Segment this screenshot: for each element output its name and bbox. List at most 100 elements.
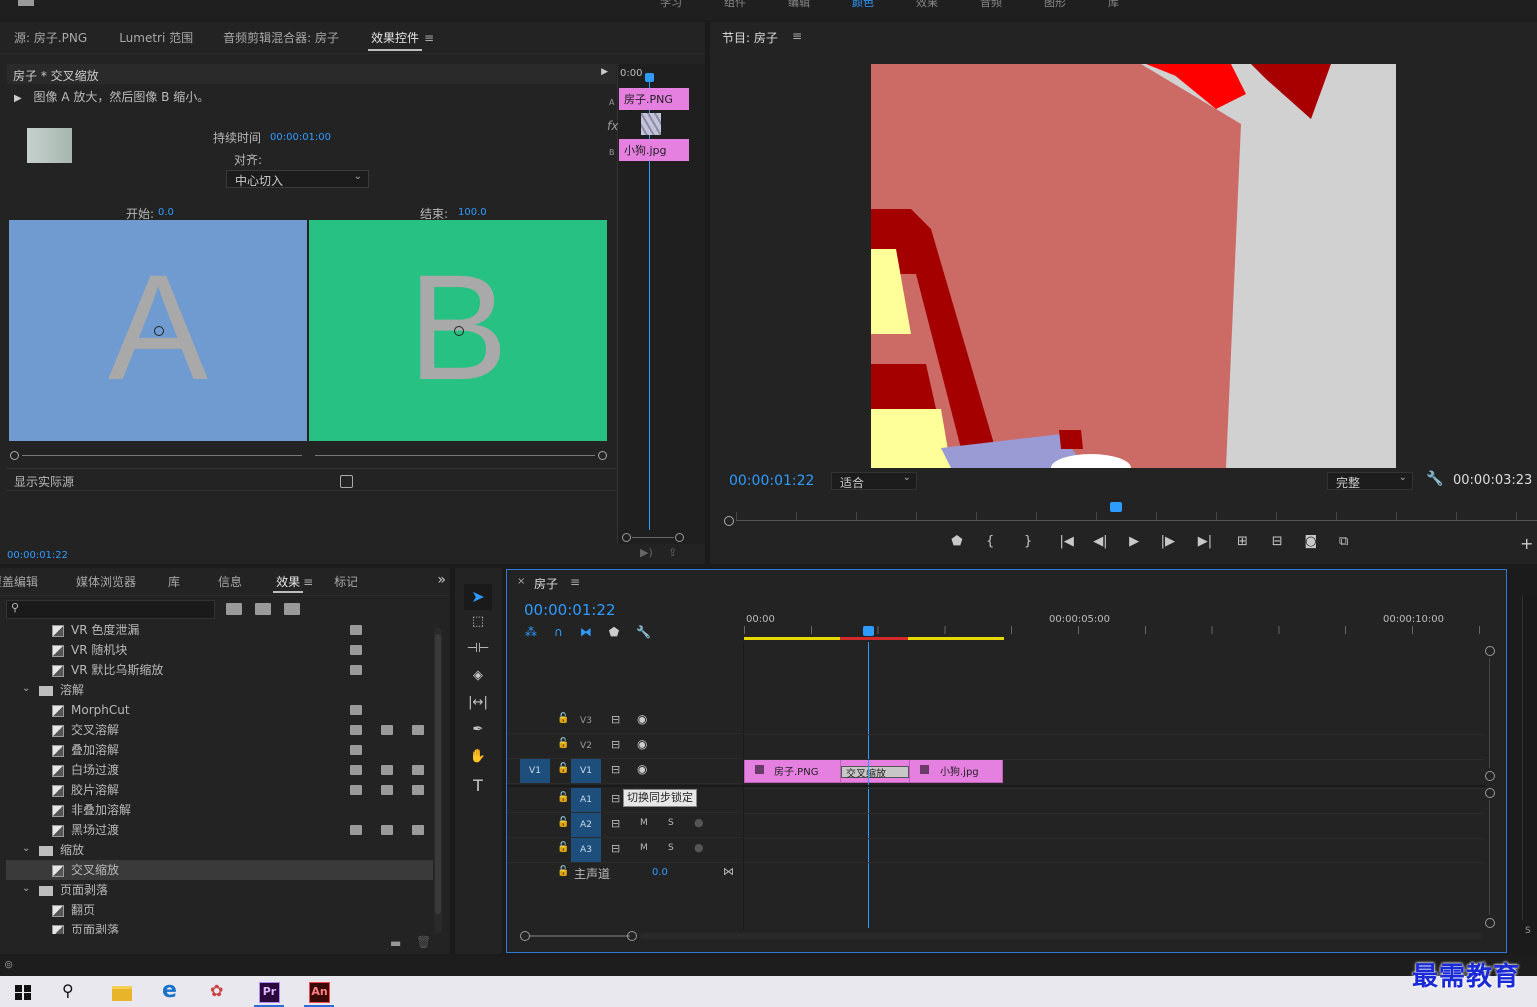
tab-audio-mixer[interactable]: 音频剪辑混合器: 房子 [212, 22, 350, 54]
lift-icon[interactable]: ⊞ [1225, 534, 1260, 556]
effects-item[interactable]: 白场过渡 [6, 760, 433, 780]
timeline-ruler[interactable]: 00:00 00:00:05:00 00:00:10:00 [744, 598, 1492, 642]
close-icon[interactable]: × [517, 576, 525, 587]
mini-clip-a[interactable]: 房子.PNG [619, 88, 689, 110]
lock-icon[interactable]: 🔓 [557, 763, 569, 774]
sync-lock-icon[interactable]: ⊟ [611, 763, 620, 776]
effects-item[interactable]: VR 色度泄漏 [6, 624, 433, 640]
microphone-icon[interactable]: ● [694, 841, 704, 854]
add-button-icon[interactable]: + [1520, 534, 1533, 553]
tab-library[interactable]: 库 [157, 568, 191, 596]
microphone-icon[interactable]: ● [694, 816, 704, 829]
track-select-tool-icon[interactable]: ⬚ [464, 614, 492, 636]
marker-icon[interactable]: ⬟ [940, 534, 974, 556]
clip-house[interactable]: 房子.PNG [744, 759, 841, 783]
effects-item[interactable]: 叠加溶解 [6, 740, 433, 760]
tab-overlay-edit[interactable]: 覆盖编辑 [0, 568, 49, 596]
timeline-hscroll[interactable] [520, 930, 1483, 942]
panel-menu-icon[interactable]: ≡ [792, 29, 802, 43]
compare-icon[interactable]: ⧉ [1327, 534, 1360, 556]
ripple-edit-tool-icon[interactable]: ⊣⊢ [464, 641, 492, 663]
search-icon[interactable]: ⚲ [62, 981, 74, 1000]
track-target-v2[interactable]: V2 [571, 736, 601, 756]
start-slider[interactable] [10, 451, 302, 461]
accel-filter-icon[interactable] [226, 603, 242, 615]
timeline-settings-wrench-icon[interactable]: 🔧 [636, 625, 651, 641]
file-explorer-icon[interactable] [112, 986, 132, 1001]
timeline-tab[interactable]: × 房子 ≡ [507, 570, 627, 596]
program-scrub-bar[interactable] [724, 502, 1537, 532]
fit-select[interactable]: 适合 ⌄ [831, 472, 917, 490]
go-to-in-icon[interactable]: |◀ [1050, 534, 1084, 556]
edge-icon[interactable]: e [162, 978, 177, 1003]
lock-icon[interactable]: 🔓 [557, 792, 569, 803]
tab-lumetri[interactable]: Lumetri 范围 [108, 22, 204, 54]
program-video-frame[interactable] [871, 64, 1396, 468]
track-target-a1[interactable]: A1 [571, 788, 601, 812]
step-back-icon[interactable]: ◀| [1084, 534, 1118, 556]
eye-icon[interactable]: ◉ [637, 762, 647, 776]
eye-icon[interactable]: ◉ [637, 737, 647, 751]
sync-lock-icon[interactable]: ⊟ [611, 817, 620, 830]
premiere-icon[interactable]: Pr [259, 982, 280, 1003]
track-target-v1[interactable]: V1 [571, 759, 601, 783]
mini-clip-b[interactable]: 小狗.jpg [619, 139, 689, 161]
mark-out-icon[interactable]: } [1006, 534, 1049, 556]
duration-value[interactable]: 00:00:01:00 [270, 132, 331, 143]
center-point-handle[interactable] [454, 326, 464, 336]
nest-icon[interactable]: ⁂ [525, 625, 537, 641]
workspace-tab[interactable]: 音频 [980, 0, 1002, 9]
tab-markers[interactable]: 标记 [323, 568, 357, 596]
linked-selection-icon[interactable]: ⧓ [580, 625, 592, 641]
eye-icon[interactable]: ◉ [637, 712, 647, 726]
effects-item[interactable]: 非叠加溶解 [6, 800, 433, 820]
mini-zoom-slider[interactable] [622, 533, 684, 543]
lock-icon[interactable]: 🔓 [557, 842, 569, 853]
preview-a[interactable]: A [9, 220, 307, 441]
track-target-a2[interactable]: A2 [571, 813, 601, 837]
more-panels-icon[interactable]: » [437, 572, 446, 588]
new-folder-icon[interactable]: ▬ [390, 936, 401, 950]
pen-tool-icon[interactable]: ✒ [464, 722, 492, 744]
go-to-end-icon[interactable]: ⋈ [723, 865, 734, 878]
show-source-checkbox[interactable] [340, 475, 353, 488]
slip-tool-icon[interactable]: |↔| [464, 695, 492, 717]
preview-b[interactable]: B [309, 220, 607, 441]
source-patch-v1[interactable]: V1 [520, 759, 550, 783]
tab-info[interactable]: 信息 [207, 568, 253, 596]
wrench-icon[interactable]: 🔧 [1426, 471, 1443, 487]
lock-icon[interactable]: 🔓 [557, 738, 569, 749]
mute-button[interactable]: M [640, 843, 648, 853]
transition-cross-zoom[interactable]: 交叉缩放 [841, 759, 909, 783]
effects-item[interactable]: 交叉缩放 [6, 860, 433, 880]
solo-button[interactable]: S [668, 843, 674, 853]
master-value[interactable]: 0.0 [652, 867, 668, 878]
yuv-filter-icon[interactable] [284, 603, 300, 615]
razor-tool-icon[interactable]: ◈ [464, 668, 492, 690]
tab-source[interactable]: 源: 房子.PNG [0, 22, 98, 54]
effects-folder[interactable]: ⌄ 缩放 [6, 840, 433, 860]
effects-folder[interactable]: ⌄ 溶解 [6, 680, 433, 700]
center-point-handle[interactable] [154, 326, 164, 336]
clip-dog[interactable]: 小狗.jpg [909, 759, 1003, 783]
effects-item[interactable]: MorphCut [6, 700, 433, 720]
camera-icon[interactable]: ◙ [1294, 534, 1327, 556]
effects-item[interactable]: 交叉溶解 [6, 720, 433, 740]
sync-lock-icon[interactable]: ⊟ [611, 738, 620, 751]
chevron-down-icon[interactable]: ⌄ [22, 839, 30, 859]
effect-controls-timecode[interactable]: 00:00:01:22 [7, 550, 68, 561]
play-preview-icon[interactable]: ▶ [14, 93, 22, 104]
workspace-tab[interactable]: 编辑 [788, 0, 810, 9]
workspace-tab[interactable]: 学习 [660, 0, 682, 9]
workspace-tab[interactable]: 图形 [1044, 0, 1066, 9]
program-playhead[interactable] [1110, 502, 1122, 512]
animate-icon[interactable]: An [309, 982, 330, 1003]
program-timecode[interactable]: 00:00:01:22 [729, 473, 814, 489]
track-target-a3[interactable]: A3 [571, 838, 601, 862]
snap-magnet-icon[interactable]: ∩ [554, 625, 563, 641]
quality-select[interactable]: 完整 ⌄ [1327, 472, 1413, 490]
lock-icon[interactable]: 🔓 [557, 713, 569, 724]
timeline-playhead-marker[interactable] [863, 626, 874, 636]
sync-lock-icon[interactable]: ⊟ [611, 792, 620, 805]
expand-arrow-icon[interactable]: ▶ [601, 67, 608, 77]
